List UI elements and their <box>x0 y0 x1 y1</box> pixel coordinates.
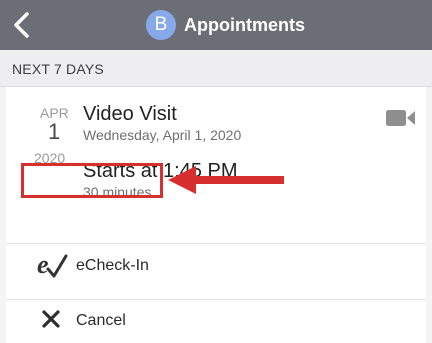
nav-title-group: B Appointments <box>146 0 305 50</box>
echeckin-label: eCheck-In <box>76 257 149 274</box>
cancel-label: Cancel <box>76 312 126 329</box>
avatar[interactable]: B <box>146 10 176 40</box>
video-camera-icon <box>386 110 415 126</box>
svg-text:e: e <box>37 251 49 279</box>
echeckin-button[interactable]: e eCheck-In <box>6 244 426 289</box>
pointer-arrow-icon <box>168 166 284 194</box>
visit-full-date: Wednesday, April 1, 2020 <box>83 127 242 143</box>
highlight-box <box>21 163 163 198</box>
close-icon <box>42 310 60 328</box>
section-label: NEXT 7 DAYS <box>12 61 104 77</box>
date-day: 1 <box>48 119 61 144</box>
visit-type[interactable]: Video Visit <box>83 103 177 126</box>
appointment-card: APR 1 2020 Video Visit Wednesday, April … <box>6 87 426 343</box>
section-header: NEXT 7 DAYS <box>0 50 432 87</box>
chevron-left-icon <box>14 12 29 38</box>
echeckin-icon: e <box>37 251 68 279</box>
top-nav-bar: B Appointments <box>0 0 432 50</box>
cancel-button[interactable]: Cancel <box>6 300 426 343</box>
page-title: Appointments <box>184 14 305 35</box>
back-button[interactable] <box>6 8 36 42</box>
